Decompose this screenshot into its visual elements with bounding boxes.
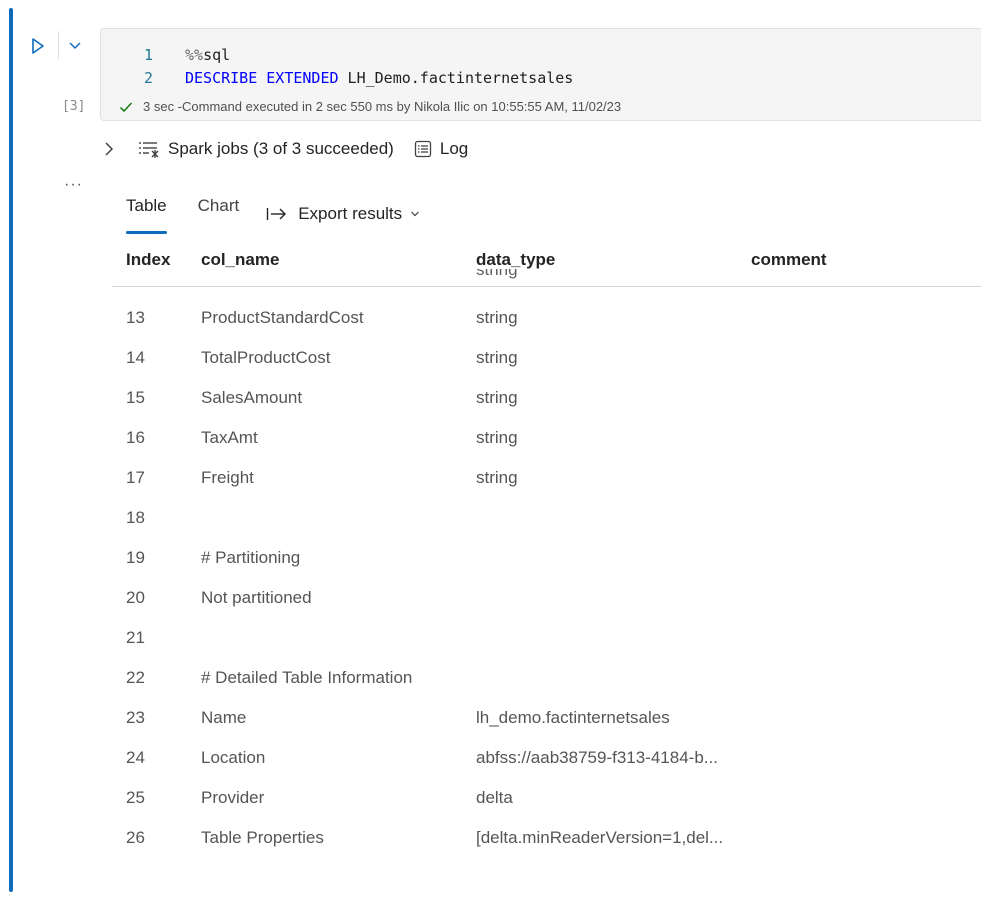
- more-icon: ···: [64, 176, 83, 193]
- cell-data-type: string: [476, 468, 518, 487]
- tab-table[interactable]: Table: [126, 192, 167, 234]
- more-options-button[interactable]: ···: [64, 176, 83, 194]
- line-number: 2: [143, 69, 153, 87]
- cell-col-name: TotalProductCost: [201, 348, 331, 367]
- cell-index: 16: [126, 428, 145, 447]
- cell-col-name: ProductStandardCost: [201, 308, 364, 327]
- table-row: 24 Location abfss://aab38759-f313-4184-b…: [112, 739, 981, 779]
- cell-data-type: delta: [476, 788, 513, 807]
- job-summary-bar: Spark jobs (3 of 3 succeeded) Log: [104, 136, 468, 162]
- log-button[interactable]: Log: [414, 139, 468, 159]
- column-header-comment[interactable]: comment: [751, 250, 827, 270]
- cell-index: 14: [126, 348, 145, 367]
- export-icon: [267, 208, 287, 220]
- code-line: 2 DESCRIBE EXTENDED LH_Demo.factinternet…: [101, 67, 573, 89]
- run-cell-button[interactable]: [28, 35, 48, 57]
- table-row: 16 TaxAmt string: [112, 419, 981, 459]
- magic-prefix: %%: [185, 46, 204, 64]
- code-text: LH_Demo.factinternetsales: [338, 69, 574, 87]
- code-editor[interactable]: 1 %% sql 2 DESCRIBE EXTENDED LH_Demo.fact…: [100, 28, 981, 121]
- table-row: 17 Freight string: [112, 459, 981, 499]
- log-icon: [414, 140, 432, 158]
- table-row: 13 ProductStandardCost string: [112, 299, 981, 339]
- line-number: 1: [143, 46, 153, 64]
- chevron-down-icon: [69, 42, 81, 50]
- cell-data-type: abfss://aab38759-f313-4184-b...: [476, 748, 718, 767]
- cell-col-name: SalesAmount: [201, 388, 303, 407]
- table-row: 23 Name lh_demo.factinternetsales: [112, 699, 981, 739]
- column-header-col-name[interactable]: col_name: [201, 250, 279, 270]
- cell-index: 24: [126, 748, 145, 767]
- spark-jobs-button[interactable]: Spark jobs (3 of 3 succeeded): [138, 139, 394, 159]
- table-row: 14 TotalProductCost string: [112, 339, 981, 379]
- cell-index: 19: [126, 548, 145, 567]
- cell-index: 22: [126, 668, 145, 687]
- table-row: 15 SalesAmount string: [112, 379, 981, 419]
- cell-index: 23: [126, 708, 145, 727]
- tab-chart[interactable]: Chart: [198, 192, 240, 232]
- cell-index: 17: [126, 468, 145, 487]
- column-header-index[interactable]: Index: [126, 250, 170, 270]
- cell-col-name: TaxAmt: [201, 428, 258, 447]
- table-row: 26 Table Properties [delta.minReaderVers…: [112, 819, 981, 859]
- expand-jobs-toggle[interactable]: [104, 141, 122, 157]
- chevron-right-icon: [105, 142, 114, 156]
- cell-col-name: Name: [201, 708, 247, 727]
- cell-data-type: [delta.minReaderVersion=1,del...: [476, 828, 724, 847]
- table-row: 20 Not partitioned: [112, 579, 981, 619]
- cell-col-name: Freight: [201, 468, 254, 487]
- spark-jobs-label: Spark jobs (3 of 3 succeeded): [168, 139, 394, 158]
- cell-index: 18: [126, 508, 145, 527]
- cell-index: 13: [126, 308, 145, 327]
- table-row: 25 Provider delta: [112, 779, 981, 819]
- cell-data-type: string: [476, 428, 518, 447]
- chevron-down-icon: [411, 211, 420, 217]
- cell-data-type: string: [476, 308, 518, 327]
- execution-status: 3 sec -Command executed in 2 sec 550 ms …: [119, 99, 621, 114]
- execution-count: [3]: [62, 99, 86, 114]
- sql-keyword: DESCRIBE EXTENDED: [185, 69, 339, 87]
- check-icon: [119, 101, 133, 112]
- cell-data-type: string: [476, 388, 518, 407]
- code-line: 1 %% sql: [101, 44, 230, 66]
- cell-focus-bar: [9, 8, 13, 892]
- code-text: sql: [203, 46, 231, 64]
- cell-data-type: lh_demo.factinternetsales: [476, 708, 670, 727]
- export-results-button[interactable]: Export results: [266, 192, 430, 232]
- play-icon: [32, 38, 44, 54]
- run-options-dropdown[interactable]: [58, 31, 91, 59]
- table-row: 21: [112, 619, 981, 659]
- status-text: 3 sec -Command executed in 2 sec 550 ms …: [143, 99, 622, 114]
- cell-index: 20: [126, 588, 145, 607]
- table-row: 19 # Partitioning: [112, 539, 981, 579]
- cell-col-name: # Partitioning: [201, 548, 301, 567]
- log-label: Log: [439, 139, 469, 158]
- cell-col-name: Not partitioned: [201, 588, 312, 607]
- cell-index: 15: [126, 388, 145, 407]
- table-row: 22 # Detailed Table Information: [112, 659, 981, 699]
- cell-col-name: Provider: [201, 788, 265, 807]
- cell-data-type: string: [476, 348, 518, 367]
- spark-jobs-icon: [139, 142, 159, 158]
- cell-col-name: # Detailed Table Information: [201, 668, 413, 687]
- result-view-tabs: Table Chart Export results: [126, 192, 461, 234]
- column-header-data-type[interactable]: data_type: [476, 250, 555, 270]
- table-body: 13 ProductStandardCost string 14 TotalPr…: [112, 299, 981, 859]
- cell-index: 21: [126, 628, 145, 647]
- cell-index: 25: [126, 788, 145, 807]
- cell-col-name: Table Properties: [201, 828, 324, 847]
- cell-col-name: Location: [201, 748, 266, 767]
- table-row: 18: [112, 499, 981, 539]
- cell-index: 26: [126, 828, 145, 847]
- table-header: Index col_name data_type comment: [112, 240, 981, 287]
- export-results-label: Export results: [298, 204, 403, 223]
